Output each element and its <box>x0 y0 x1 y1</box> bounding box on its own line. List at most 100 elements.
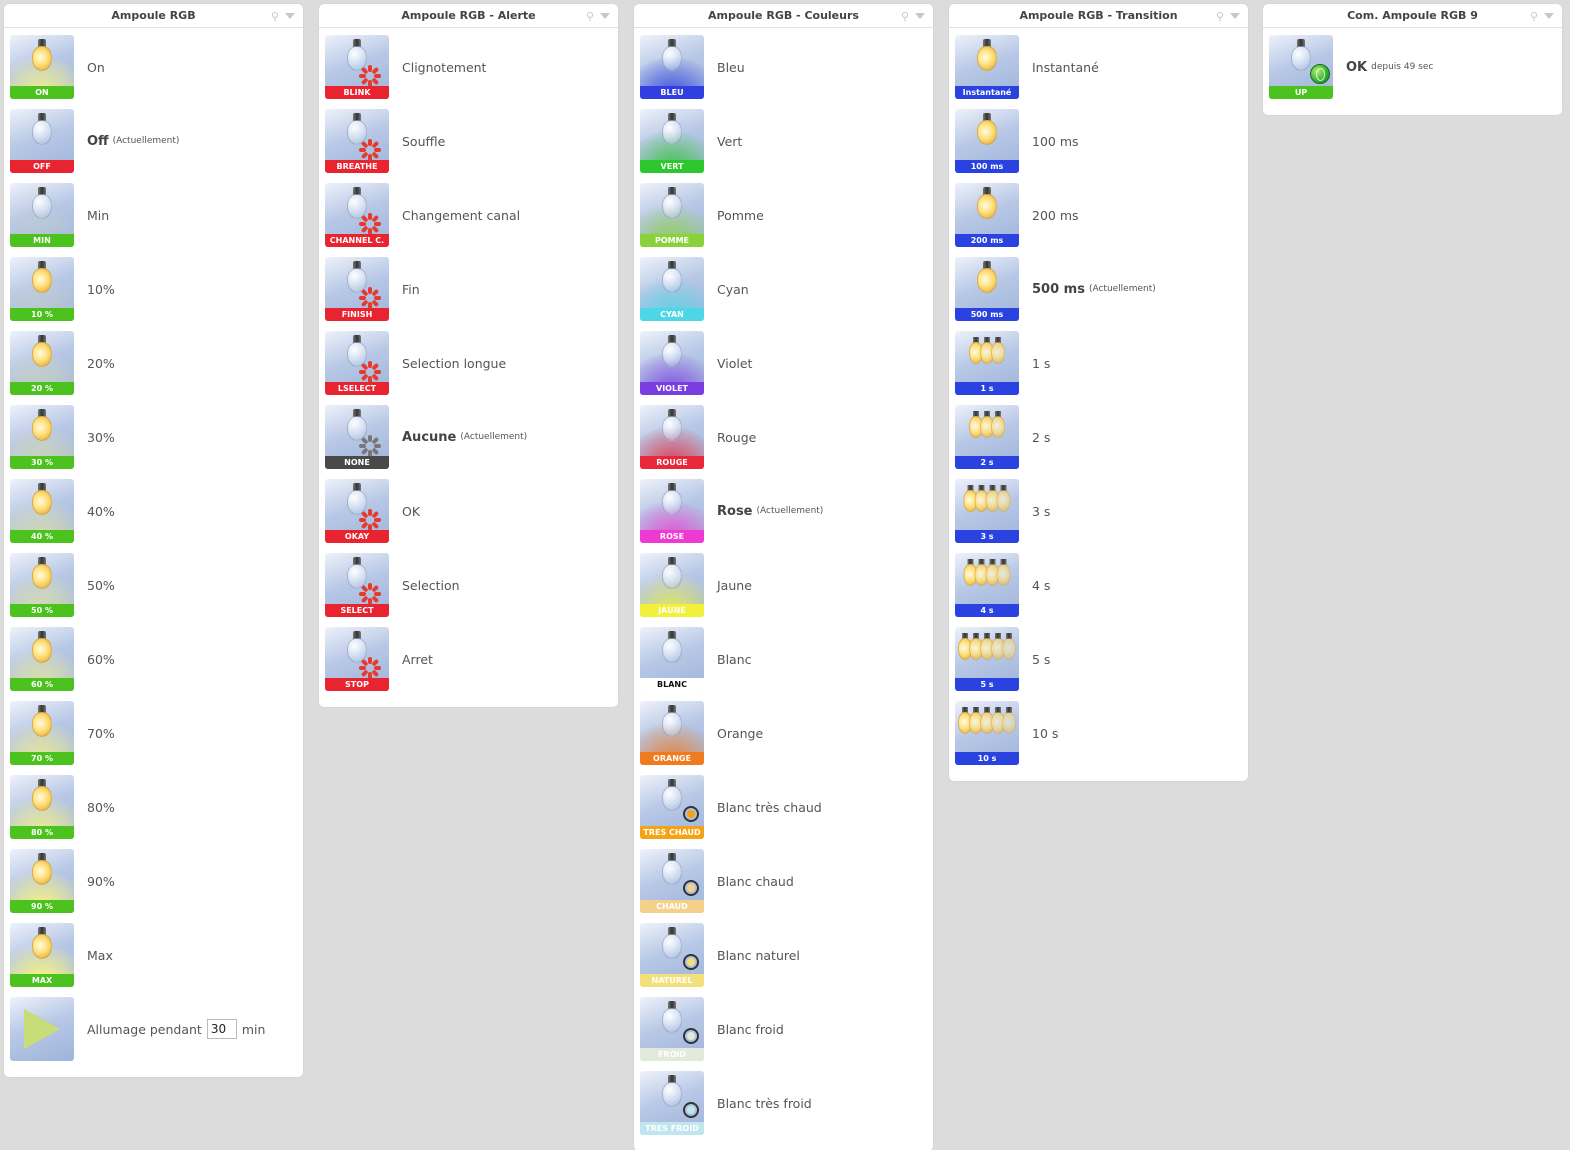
list-item[interactable]: SELECT Selection <box>319 553 618 627</box>
dropdown-arrow-icon[interactable] <box>915 13 925 19</box>
action-tile[interactable]: BREATHE <box>325 109 389 173</box>
action-tile[interactable]: 40 % <box>10 479 74 543</box>
list-item[interactable]: VIOLET Violet <box>634 331 933 405</box>
list-item[interactable]: ROSE Rose (Actuellement) <box>634 479 933 553</box>
list-item[interactable]: 40 % 40% <box>4 479 303 553</box>
action-tile[interactable]: 70 % <box>10 701 74 765</box>
action-tile[interactable]: BLEU <box>640 35 704 99</box>
action-tile[interactable]: BLANC <box>640 627 704 691</box>
action-tile[interactable]: 2 s <box>955 405 1019 469</box>
action-tile[interactable]: JAUNE <box>640 553 704 617</box>
list-item[interactable]: ON On <box>4 35 303 109</box>
action-tile[interactable]: FINISH <box>325 257 389 321</box>
list-item[interactable]: UP OK depuis 49 sec <box>1263 35 1562 109</box>
magnifier-icon[interactable]: ⚲ <box>1530 11 1538 22</box>
action-tile[interactable]: NONE <box>325 405 389 469</box>
list-item[interactable]: 5 s 5 s <box>949 627 1248 701</box>
action-tile[interactable]: TRES FROID <box>640 1071 704 1135</box>
list-item[interactable]: 100 ms 100 ms <box>949 109 1248 183</box>
action-tile[interactable]: 4 s <box>955 553 1019 617</box>
list-item[interactable]: 30 % 30% <box>4 405 303 479</box>
magnifier-icon[interactable]: ⚲ <box>901 11 909 22</box>
list-item[interactable]: LSELECT Selection longue <box>319 331 618 405</box>
list-item[interactable]: 500 ms 500 ms (Actuellement) <box>949 257 1248 331</box>
duration-input[interactable] <box>206 1019 237 1039</box>
list-item[interactable]: NONE Aucune (Actuellement) <box>319 405 618 479</box>
action-tile[interactable]: ROSE <box>640 479 704 543</box>
list-item[interactable]: 4 s 4 s <box>949 553 1248 627</box>
action-tile[interactable]: 3 s <box>955 479 1019 543</box>
action-tile[interactable]: 60 % <box>10 627 74 691</box>
play-button[interactable] <box>10 997 74 1061</box>
list-item[interactable]: 80 % 80% <box>4 775 303 849</box>
dropdown-arrow-icon[interactable] <box>1544 13 1554 19</box>
action-tile[interactable]: LSELECT <box>325 331 389 395</box>
list-item[interactable]: ORANGE Orange <box>634 701 933 775</box>
action-tile[interactable]: MIN <box>10 183 74 247</box>
action-tile[interactable]: OKAY <box>325 479 389 543</box>
list-item[interactable]: FROID Blanc froid <box>634 997 933 1071</box>
action-tile[interactable]: CHANNEL C. <box>325 183 389 247</box>
list-item[interactable]: BREATHE Souffle <box>319 109 618 183</box>
list-item[interactable]: BLEU Bleu <box>634 35 933 109</box>
action-tile[interactable]: VIOLET <box>640 331 704 395</box>
dropdown-arrow-icon[interactable] <box>1230 13 1240 19</box>
action-tile[interactable]: 500 ms <box>955 257 1019 321</box>
action-tile[interactable]: CHAUD <box>640 849 704 913</box>
action-tile[interactable]: UP <box>1269 35 1333 99</box>
list-item[interactable]: 200 ms 200 ms <box>949 183 1248 257</box>
action-tile[interactable]: MAX <box>10 923 74 987</box>
action-tile[interactable]: OFF <box>10 109 74 173</box>
list-item[interactable]: TRES CHAUD Blanc très chaud <box>634 775 933 849</box>
action-tile[interactable]: STOP <box>325 627 389 691</box>
list-item[interactable]: MAX Max <box>4 923 303 997</box>
action-tile[interactable]: ORANGE <box>640 701 704 765</box>
action-tile[interactable]: FROID <box>640 997 704 1061</box>
action-tile[interactable]: ROUGE <box>640 405 704 469</box>
dropdown-arrow-icon[interactable] <box>285 13 295 19</box>
list-item[interactable]: ROUGE Rouge <box>634 405 933 479</box>
action-tile[interactable]: 100 ms <box>955 109 1019 173</box>
action-tile[interactable]: NATUREL <box>640 923 704 987</box>
action-tile[interactable]: CYAN <box>640 257 704 321</box>
action-tile[interactable]: 90 % <box>10 849 74 913</box>
list-item[interactable]: 3 s 3 s <box>949 479 1248 553</box>
action-tile[interactable]: 10 % <box>10 257 74 321</box>
list-item[interactable]: POMME Pomme <box>634 183 933 257</box>
action-tile[interactable]: 5 s <box>955 627 1019 691</box>
list-item[interactable]: JAUNE Jaune <box>634 553 933 627</box>
list-item[interactable]: 60 % 60% <box>4 627 303 701</box>
list-item[interactable]: Instantané Instantané <box>949 35 1248 109</box>
list-item[interactable]: 10 s 10 s <box>949 701 1248 775</box>
list-item[interactable]: 70 % 70% <box>4 701 303 775</box>
action-tile[interactable]: SELECT <box>325 553 389 617</box>
action-tile[interactable]: Instantané <box>955 35 1019 99</box>
list-item[interactable]: MIN Min <box>4 183 303 257</box>
action-tile[interactable]: 1 s <box>955 331 1019 395</box>
action-tile[interactable]: BLINK <box>325 35 389 99</box>
list-item[interactable]: OFF Off (Actuellement) <box>4 109 303 183</box>
action-tile[interactable]: ON <box>10 35 74 99</box>
list-item[interactable]: CHAUD Blanc chaud <box>634 849 933 923</box>
magnifier-icon[interactable]: ⚲ <box>586 11 594 22</box>
magnifier-icon[interactable]: ⚲ <box>271 11 279 22</box>
list-item[interactable]: VERT Vert <box>634 109 933 183</box>
list-item[interactable]: BLANC Blanc <box>634 627 933 701</box>
list-item[interactable]: 10 % 10% <box>4 257 303 331</box>
action-tile[interactable]: 20 % <box>10 331 74 395</box>
list-item[interactable]: 1 s 1 s <box>949 331 1248 405</box>
action-tile[interactable]: VERT <box>640 109 704 173</box>
list-item[interactable]: STOP Arret <box>319 627 618 701</box>
list-item[interactable]: TRES FROID Blanc très froid <box>634 1071 933 1145</box>
action-tile[interactable]: 200 ms <box>955 183 1019 247</box>
action-tile[interactable]: 10 s <box>955 701 1019 765</box>
list-item[interactable]: 50 % 50% <box>4 553 303 627</box>
action-tile[interactable]: POMME <box>640 183 704 247</box>
dropdown-arrow-icon[interactable] <box>600 13 610 19</box>
list-item[interactable]: FINISH Fin <box>319 257 618 331</box>
list-item[interactable]: 2 s 2 s <box>949 405 1248 479</box>
list-item[interactable]: 20 % 20% <box>4 331 303 405</box>
list-item[interactable]: CYAN Cyan <box>634 257 933 331</box>
action-tile[interactable]: 50 % <box>10 553 74 617</box>
list-item[interactable]: 90 % 90% <box>4 849 303 923</box>
